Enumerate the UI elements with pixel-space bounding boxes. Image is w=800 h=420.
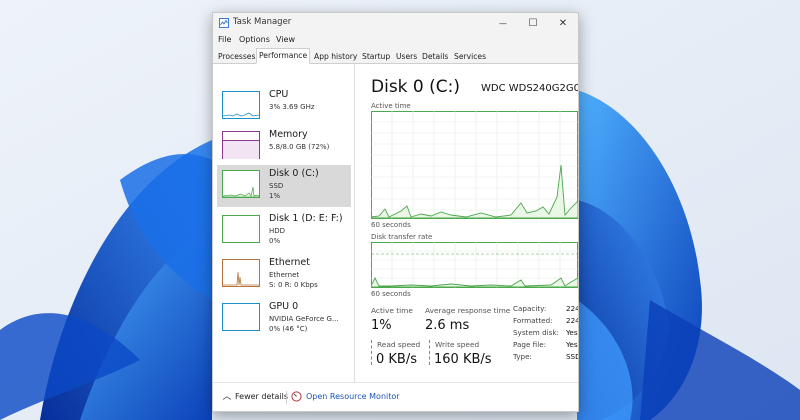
menu-options[interactable]: Options (239, 35, 270, 44)
window-title: Task Manager (233, 17, 292, 27)
ethernet-thumbnail (222, 259, 260, 287)
prop-value: SSD (566, 352, 578, 361)
tab-bar: Processes Performance App history Startu… (213, 47, 578, 64)
sidebar-item-disk-1[interactable]: Disk 1 (D: E: F:) HDD 0% (217, 210, 351, 252)
read-speed-value: 0 KB/s (376, 352, 417, 367)
write-speed-value: 160 KB/s (434, 352, 492, 367)
active-time-chart (371, 111, 578, 219)
sidebar-item-disk-0[interactable]: Disk 0 (C:) SSD 1% (217, 165, 351, 207)
sidebar-item-title: Disk 1 (D: E: F:) (269, 213, 343, 224)
sidebar-item-detail: 3% 3.69 GHz (269, 103, 315, 111)
sidebar-item-title: GPU 0 (269, 301, 299, 312)
sidebar-item-detail: 0% (269, 237, 281, 245)
tab-performance[interactable]: Performance (256, 48, 311, 64)
sidebar-item-gpu-0[interactable]: GPU 0 NVIDIA GeForce G... 0% (46 °C) (217, 298, 351, 340)
close-icon: ✕ (558, 17, 568, 29)
ethernet-mini-graph (223, 271, 259, 286)
read-speed-label: Read speed (377, 340, 421, 349)
resource-monitor-icon (291, 391, 302, 402)
page-title: Disk 0 (C:) (371, 77, 461, 97)
sidebar-item-detail: S: 0 R: 0 Kbps (269, 281, 318, 289)
cpu-mini-graph (222, 112, 260, 117)
title-bar[interactable]: Task Manager — ☐ ✕ (213, 13, 578, 33)
prop-key: System disk: (513, 328, 559, 337)
prop-value: 224 (566, 304, 579, 313)
disk-1-thumbnail (222, 215, 260, 243)
open-resource-monitor-link[interactable]: Open Resource Monitor (306, 392, 400, 401)
sidebar-item-detail: 1% (269, 192, 281, 200)
write-speed-indicator (429, 340, 430, 365)
gpu-thumbnail (222, 303, 260, 331)
chevron-up-icon[interactable]: ︿ (221, 391, 233, 403)
avg-response-value: 2.6 ms (425, 318, 470, 333)
disk-details-panel: Disk 0 (C:) WDC WDS240G2G0A Active time … (355, 64, 579, 389)
prop-value: Yes (566, 328, 578, 337)
read-speed-indicator (371, 340, 372, 365)
footer-divider (286, 391, 287, 404)
sidebar-item-type: SSD (269, 182, 284, 190)
prop-key: Type: (513, 352, 532, 361)
write-speed-label: Write speed (435, 340, 480, 349)
sidebar-item-title: Disk 0 (C:) (269, 168, 319, 179)
tab-startup[interactable]: Startup (359, 49, 393, 64)
maximize-icon: ☐ (528, 17, 538, 29)
disk-0-mini-graph (222, 186, 260, 198)
prop-value: 224 (566, 316, 579, 325)
prop-value: Yes (566, 340, 578, 349)
menu-view[interactable]: View (276, 35, 295, 44)
task-manager-window: Task Manager — ☐ ✕ File Options View Pro… (212, 12, 579, 412)
minimize-icon: — (499, 18, 507, 28)
close-button[interactable]: ✕ (548, 13, 578, 33)
disk-0-thumbnail (222, 170, 260, 198)
tab-processes[interactable]: Processes (215, 49, 258, 64)
minimize-button[interactable]: — (488, 13, 518, 33)
sidebar-item-type: NVIDIA GeForce G... (269, 315, 339, 323)
avg-response-label: Average response time (425, 306, 511, 315)
disk-model: WDC WDS240G2G0A (481, 83, 579, 94)
sidebar-item-title: Memory (269, 129, 308, 140)
tab-services[interactable]: Services (451, 49, 489, 64)
sidebar-item-title: CPU (269, 89, 289, 100)
sidebar-item-type: HDD (269, 227, 286, 235)
prop-key: Page file: (513, 340, 547, 349)
active-time-value: 1% (371, 318, 392, 333)
sidebar-item-ethernet[interactable]: Ethernet Ethernet S: 0 R: 0 Kbps (217, 254, 351, 296)
memory-thumbnail (222, 131, 260, 159)
memory-usage-fill (223, 140, 259, 159)
task-manager-icon (219, 18, 229, 28)
sidebar-item-memory[interactable]: Memory 5.8/8.0 GB (72%) (217, 126, 351, 168)
sidebar-item-cpu[interactable]: CPU 3% 3.69 GHz (217, 86, 351, 128)
cpu-thumbnail (222, 91, 260, 119)
active-time-chart-footer: 60 seconds (371, 221, 411, 229)
transfer-rate-chart-footer: 60 seconds (371, 290, 411, 298)
fewer-details-link[interactable]: Fewer details (235, 392, 288, 401)
footer-bar: ︿ Fewer details Open Resource Monitor (213, 382, 578, 411)
tab-app-history[interactable]: App history (311, 49, 360, 64)
prop-key: Formatted: (513, 316, 553, 325)
sidebar-item-detail: 0% (46 °C) (269, 325, 308, 333)
menu-file[interactable]: File (218, 35, 231, 44)
transfer-rate-chart-label: Disk transfer rate (371, 233, 433, 241)
active-time-label: Active time (371, 306, 413, 315)
transfer-rate-chart (371, 242, 578, 288)
performance-sidebar: CPU 3% 3.69 GHz Memory 5.8/8.0 GB (72%) … (213, 64, 355, 382)
sidebar-item-detail: 5.8/8.0 GB (72%) (269, 143, 330, 151)
tab-details[interactable]: Details (419, 49, 451, 64)
prop-key: Capacity: (513, 304, 547, 313)
sidebar-item-title: Ethernet (269, 257, 310, 268)
menu-bar: File Options View (213, 33, 578, 47)
sidebar-item-type: Ethernet (269, 271, 300, 279)
maximize-button[interactable]: ☐ (518, 13, 548, 33)
tab-users[interactable]: Users (393, 49, 420, 64)
active-time-chart-label: Active time (371, 102, 411, 110)
